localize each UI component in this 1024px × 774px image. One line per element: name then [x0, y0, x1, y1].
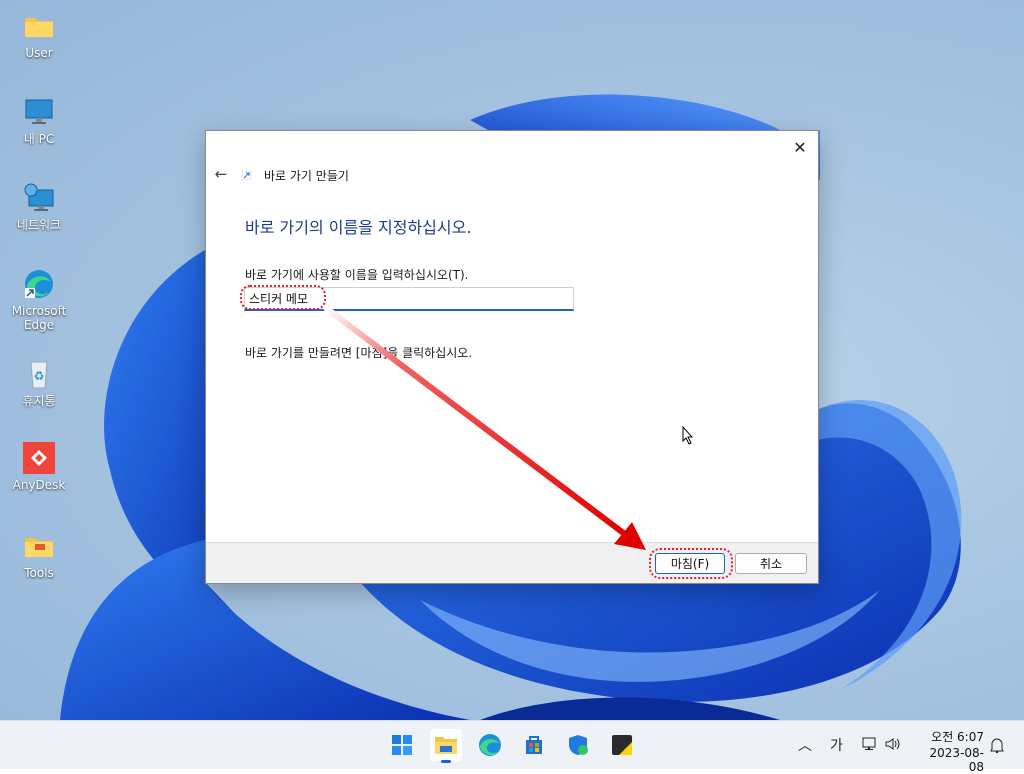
taskbar: ︿ 가 오전 6:07 2023-08-08 [0, 720, 1024, 774]
security-icon [569, 735, 588, 755]
desktop-icon-recycle-bin[interactable]: ♻ 휴지통 [4, 358, 74, 408]
back-arrow-icon: ← [214, 165, 228, 183]
desktop-icon-label: User [25, 46, 53, 60]
desktop-icon-label: 내 PC [23, 132, 55, 146]
edge-taskbar-button[interactable] [474, 729, 506, 761]
desktop-icon-user[interactable]: User [4, 10, 74, 60]
close-icon: ✕ [793, 137, 807, 157]
recycle-bin-icon: ♻ [30, 361, 48, 389]
file-explorer-icon [435, 737, 457, 754]
store-icon [526, 736, 542, 754]
sticky-notes-button[interactable] [606, 729, 638, 761]
start-button[interactable] [386, 729, 418, 761]
file-explorer-button[interactable] [430, 729, 462, 763]
notification-icon[interactable] [989, 736, 1005, 754]
highlight-annotation [240, 285, 326, 310]
edge-icon [25, 270, 53, 298]
cancel-button[interactable]: 취소 [735, 553, 807, 574]
shortcut-icon [242, 171, 251, 180]
monitor-icon [25, 99, 53, 124]
desktop-icon-edge[interactable]: Microsoft Edge [4, 268, 74, 332]
network-icon [24, 183, 54, 211]
wizard-title: 바로 가기 만들기 [264, 169, 349, 183]
name-input-label: 바로 가기에 사용할 이름을 입력하십시오(T). [245, 268, 469, 282]
close-button[interactable]: ✕ [790, 137, 810, 157]
edge-icon [479, 734, 501, 756]
wizard-heading: 바로 가기의 이름을 지정하십시오. [245, 218, 472, 237]
clock-date[interactable]: 2023-08-08 [916, 746, 984, 774]
sticky-notes-icon [612, 735, 632, 755]
folder-icon [25, 18, 53, 37]
desktop: User 내 PC 네트워크 Microsoft Edge ♻ 휴지통 AnyD… [0, 0, 1024, 720]
desktop-icon-label: AnyDesk [12, 478, 66, 492]
finish-button[interactable]: 마침(F) [655, 553, 725, 574]
back-button[interactable]: ← [212, 165, 230, 183]
desktop-icon-label: Microsoft Edge [11, 304, 67, 332]
create-shortcut-wizard: ✕ ← 바로 가기 만들기 바로 가기의 이름을 지정하십시오. 바로 가기에 … [205, 130, 819, 584]
desktop-icon-network[interactable]: 네트워크 [4, 182, 74, 232]
desktop-icon-this-pc[interactable]: 내 PC [4, 96, 74, 146]
mouse-cursor-icon [682, 426, 694, 445]
security-button[interactable] [562, 729, 594, 761]
folder-icon [25, 538, 53, 557]
volume-icon[interactable] [884, 735, 902, 753]
desktop-icon-tools[interactable]: Tools [4, 530, 74, 580]
desktop-icon-label: 휴지통 [22, 394, 56, 408]
desktop-icon-label: 네트워크 [16, 218, 62, 232]
windows-logo-icon [392, 735, 412, 755]
anydesk-icon [23, 442, 55, 474]
network-tray-icon[interactable] [862, 736, 878, 752]
svg-text:♻: ♻ [34, 369, 45, 383]
store-button[interactable] [518, 729, 550, 761]
desktop-icon-label: Tools [24, 566, 54, 580]
finish-instruction: 바로 가기를 만들려면 [마침]을 클릭하십시오. [245, 346, 473, 360]
desktop-icon-anydesk[interactable]: AnyDesk [4, 442, 74, 492]
wizard-footer: 마침(F) 취소 [206, 542, 818, 583]
ime-indicator[interactable]: 가 [830, 735, 843, 755]
clock-time[interactable]: 오전 6:07 [920, 728, 984, 745]
chevron-up-icon[interactable]: ︿ [798, 735, 812, 755]
